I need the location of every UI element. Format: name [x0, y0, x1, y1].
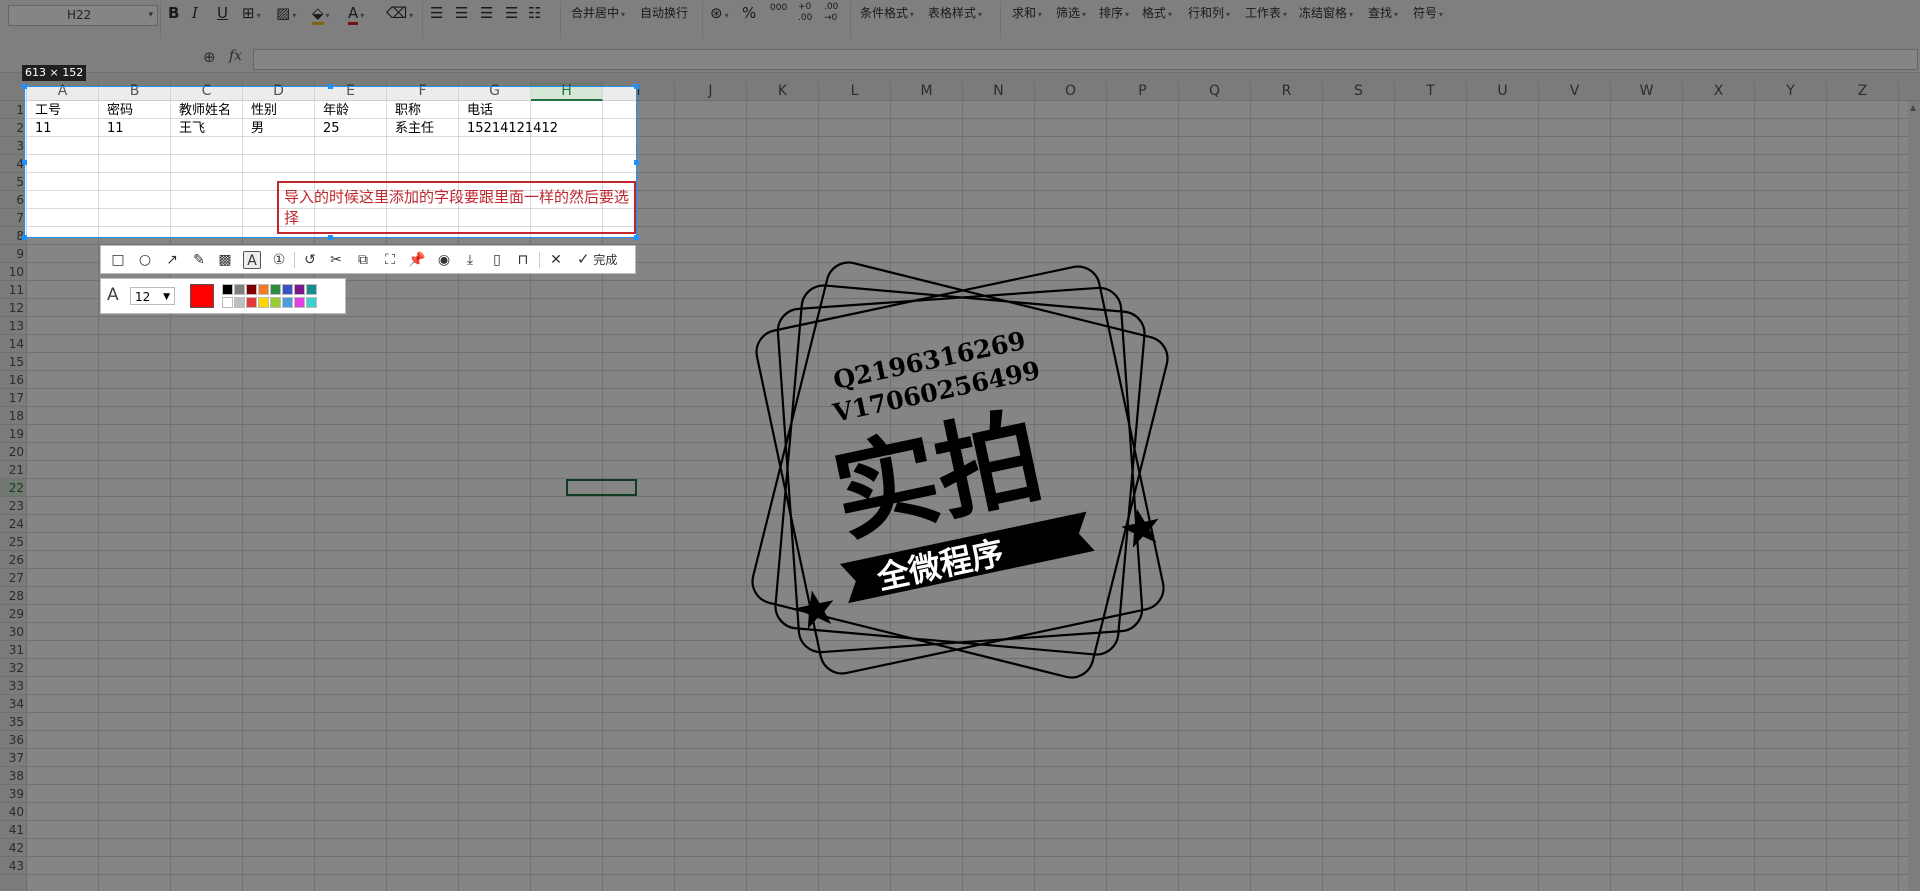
resize-handle[interactable]: [634, 235, 639, 240]
watermark-stamp: Q2196316269 V17060256499 实拍 全微程序: [751, 261, 1169, 679]
phone-icon[interactable]: ▯: [488, 251, 506, 269]
ellipse-icon[interactable]: ○: [136, 251, 154, 269]
color-swatch[interactable]: [258, 297, 269, 308]
pin-icon[interactable]: 📌: [408, 251, 426, 269]
color-swatch[interactable]: [246, 297, 257, 308]
font-icon: A: [107, 285, 119, 305]
color-swatch[interactable]: [258, 284, 269, 295]
number-marker-icon[interactable]: ①: [270, 251, 288, 269]
separator: [294, 252, 295, 268]
font-size-value: 12: [135, 290, 151, 304]
color-swatch[interactable]: [246, 284, 257, 295]
color-swatch[interactable]: [234, 297, 245, 308]
done-button[interactable]: ✓ 完成: [577, 246, 617, 273]
text-style-toolbar: A 12 ▼: [100, 278, 346, 314]
text-annotation-box[interactable]: 导入的时候这里添加的字段要跟里面一样的然后要选择: [277, 181, 636, 234]
record-icon[interactable]: ◉: [435, 251, 453, 269]
color-swatch[interactable]: [294, 297, 305, 308]
bookmark-icon[interactable]: ⊓: [514, 251, 532, 269]
done-label: 完成: [593, 253, 618, 267]
resize-handle[interactable]: [328, 84, 333, 89]
resize-handle[interactable]: [328, 235, 333, 240]
arrow-icon[interactable]: ↗: [163, 251, 181, 269]
separator: [539, 252, 540, 268]
resize-handle[interactable]: [22, 160, 27, 165]
long-capture-icon[interactable]: ⛶: [381, 251, 399, 269]
color-swatch[interactable]: [282, 297, 293, 308]
download-icon[interactable]: ⤓: [461, 251, 479, 269]
mosaic-icon[interactable]: ▩: [216, 251, 234, 269]
color-swatch[interactable]: [234, 284, 245, 295]
font-size-select[interactable]: 12 ▼: [130, 287, 175, 305]
resize-handle[interactable]: [634, 84, 639, 89]
selection-size-label: 613 × 152: [22, 65, 87, 81]
scissors-icon[interactable]: ✂: [327, 251, 345, 269]
color-swatch[interactable]: [306, 297, 317, 308]
close-icon[interactable]: ✕: [547, 251, 565, 269]
star-icon: [796, 590, 834, 630]
rectangle-icon[interactable]: □: [109, 251, 127, 269]
resize-handle[interactable]: [22, 235, 27, 240]
pencil-icon[interactable]: ✎: [190, 251, 208, 269]
dim-overlay-top: [0, 0, 1920, 86]
current-color-swatch[interactable]: [190, 284, 214, 308]
annotation-toolbar: □ ○ ↗ ✎ ▩ A ① ↺ ✂ ⧉ ⛶ 📌 ◉ ⤓ ▯ ⊓ ✕ ✓ 完成: [100, 245, 636, 274]
color-swatch[interactable]: [294, 284, 305, 295]
color-swatch[interactable]: [282, 284, 293, 295]
star-icon: [1121, 509, 1159, 548]
color-swatch[interactable]: [306, 284, 317, 295]
dim-overlay-right: [637, 86, 1920, 238]
annotation-text: 导入的时候这里添加的字段要跟里面一样的然后要选择: [284, 188, 630, 227]
resize-handle[interactable]: [22, 84, 27, 89]
check-icon: ✓: [577, 250, 590, 268]
color-swatch[interactable]: [222, 297, 233, 308]
ocr-icon[interactable]: ⧉: [354, 251, 372, 269]
resize-handle[interactable]: [634, 160, 639, 165]
chevron-down-icon: ▼: [163, 292, 170, 302]
color-swatch[interactable]: [222, 284, 233, 295]
text-tool-icon[interactable]: A: [243, 251, 261, 269]
color-swatch[interactable]: [270, 284, 281, 295]
color-swatch[interactable]: [270, 297, 281, 308]
undo-icon[interactable]: ↺: [301, 251, 319, 269]
dim-overlay-left: [0, 86, 24, 238]
